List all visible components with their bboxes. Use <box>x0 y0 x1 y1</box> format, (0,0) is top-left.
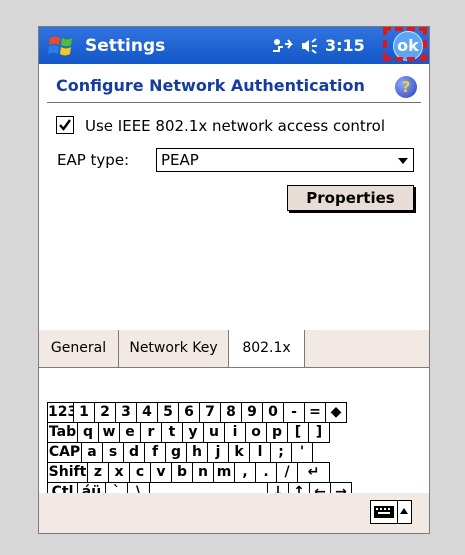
key[interactable]: q <box>77 422 99 443</box>
key[interactable]: = <box>304 402 326 423</box>
key[interactable]: ' <box>291 442 313 463</box>
key[interactable]: 6 <box>178 402 200 423</box>
key[interactable]: c <box>129 462 151 483</box>
key[interactable]: Shift <box>47 462 88 483</box>
key[interactable]: w <box>98 422 120 443</box>
clock[interactable]: 3:15 <box>325 36 365 55</box>
key[interactable]: . <box>255 462 277 483</box>
key[interactable]: a <box>81 442 103 463</box>
key[interactable]: d <box>123 442 145 463</box>
properties-button[interactable]: Properties <box>287 185 414 211</box>
tab-8021x[interactable]: 802.1x <box>229 330 305 367</box>
tab-strip: General Network Key 802.1x <box>39 330 429 368</box>
key[interactable]: b <box>171 462 193 483</box>
key[interactable]: 7 <box>199 402 221 423</box>
keyboard-icon[interactable] <box>370 500 398 524</box>
device-screen: Settings 3:15 ok Configure Network Authe… <box>38 26 430 534</box>
key[interactable]: ] <box>308 422 330 443</box>
key[interactable]: e <box>119 422 141 443</box>
key[interactable]: [ <box>287 422 309 443</box>
eap-type-value: PEAP <box>161 151 199 169</box>
key[interactable]: ; <box>270 442 292 463</box>
key[interactable]: 0 <box>262 402 284 423</box>
tab-general[interactable]: General <box>39 330 119 367</box>
help-icon[interactable]: ? <box>395 76 417 98</box>
key[interactable]: 1 <box>73 402 95 423</box>
key[interactable]: m <box>213 462 235 483</box>
key[interactable]: 3 <box>115 402 137 423</box>
tab-network-key[interactable]: Network Key <box>119 330 229 367</box>
key[interactable]: u <box>203 422 225 443</box>
divider <box>47 102 421 103</box>
key[interactable]: i <box>224 422 246 443</box>
key[interactable]: z <box>87 462 109 483</box>
key[interactable]: s <box>102 442 124 463</box>
key[interactable]: 9 <box>241 402 263 423</box>
ieee-8021x-label[interactable]: Use IEEE 802.1x network access control <box>85 117 385 135</box>
soft-keyboard: 123 1 2 3 4 5 6 7 8 9 0- = ◆ Tab q w e r t y u i o p[] CAP a s d f g h… <box>39 368 429 503</box>
ok-highlight-box <box>383 27 427 61</box>
key[interactable]: , <box>234 462 256 483</box>
key[interactable]: h <box>186 442 208 463</box>
key[interactable]: j <box>207 442 229 463</box>
key[interactable]: - <box>283 402 305 423</box>
title-bar: Settings 3:15 ok <box>39 27 429 64</box>
key[interactable]: o <box>245 422 267 443</box>
key[interactable]: g <box>165 442 187 463</box>
key[interactable]: l <box>249 442 271 463</box>
app-title: Settings <box>85 36 166 56</box>
key[interactable]: 2 <box>94 402 116 423</box>
key[interactable]: 8 <box>220 402 242 423</box>
key[interactable]: n <box>192 462 214 483</box>
key[interactable]: 4 <box>136 402 158 423</box>
key[interactable]: x <box>108 462 130 483</box>
key[interactable]: ↵ <box>297 462 330 483</box>
key[interactable]: t <box>161 422 183 443</box>
input-panel-arrow[interactable] <box>398 500 412 524</box>
key[interactable]: Tab <box>47 422 78 443</box>
key[interactable]: CAP <box>47 442 82 463</box>
key[interactable]: v <box>150 462 172 483</box>
windows-flag-icon[interactable] <box>47 32 75 60</box>
key[interactable]: p <box>266 422 288 443</box>
page-title: Configure Network Authentication <box>56 76 365 95</box>
chevron-down-icon <box>398 158 408 164</box>
key[interactable]: r <box>140 422 162 443</box>
key[interactable]: ◆ <box>325 402 347 423</box>
key[interactable]: f <box>144 442 166 463</box>
checkmark-icon <box>59 119 71 131</box>
network-connection-icon[interactable] <box>271 37 295 55</box>
key[interactable]: / <box>276 462 298 483</box>
key[interactable]: 5 <box>157 402 179 423</box>
key[interactable]: k <box>228 442 250 463</box>
eap-type-label: EAP type: <box>57 151 130 169</box>
key[interactable]: y <box>182 422 204 443</box>
eap-type-dropdown[interactable]: PEAP <box>156 148 414 172</box>
ieee-8021x-checkbox[interactable] <box>56 116 74 134</box>
speaker-icon[interactable] <box>299 37 321 55</box>
key[interactable]: 123 <box>47 402 77 423</box>
